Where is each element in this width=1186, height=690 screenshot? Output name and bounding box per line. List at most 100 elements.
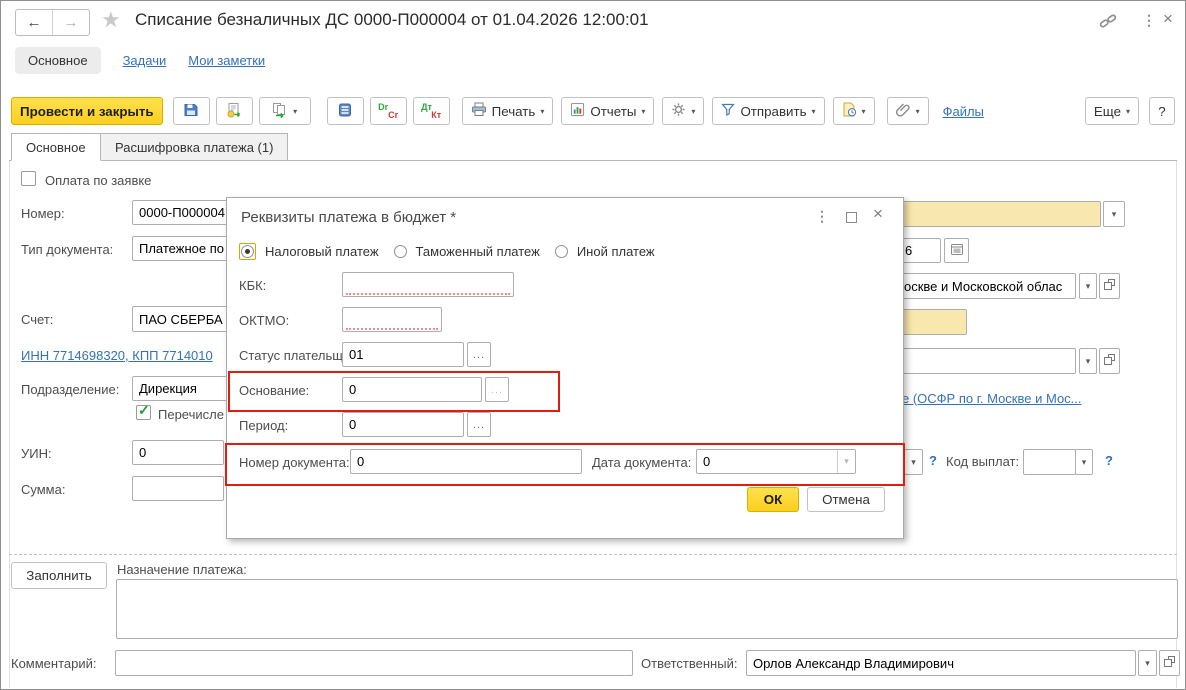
help-question-icon[interactable]: ? <box>1105 453 1113 468</box>
print-button[interactable]: Печать ▾ <box>462 97 554 125</box>
settlement-account-dropdown-button[interactable]: ▾ <box>1079 348 1097 374</box>
required-marker <box>346 293 510 295</box>
comment-field[interactable] <box>115 650 633 676</box>
tab-payment-details[interactable]: Расшифровка платежа (1) <box>100 133 288 161</box>
post-document-button[interactable] <box>216 97 253 125</box>
payout-code-dropdown-button[interactable]: ▾ <box>1075 449 1093 475</box>
dialog-title: Реквизиты платежа в бюджет * <box>241 209 456 226</box>
reports-button[interactable]: Отчеты ▾ <box>561 97 654 125</box>
radio-other-payment[interactable] <box>555 245 568 258</box>
dt-kt-button[interactable]: Дт Кт <box>413 97 450 125</box>
chevron-down-icon: ▾ <box>540 107 544 116</box>
doc-date-dropdown-button[interactable]: ▾ <box>837 450 855 473</box>
recipient-open-button[interactable] <box>1099 273 1120 299</box>
settings-button[interactable]: ▾ <box>662 97 704 125</box>
amount-label: Сумма: <box>21 482 65 497</box>
amount-field[interactable] <box>132 476 224 501</box>
post-and-close-button[interactable]: Провести и закрыть <box>11 97 163 125</box>
dialog-menu-icon[interactable]: ⋮ <box>815 209 829 223</box>
forward-button[interactable]: → <box>52 10 89 35</box>
nav-link-tasks[interactable]: Задачи <box>123 53 167 68</box>
history-nav: ← → <box>15 9 90 36</box>
basis-field[interactable]: 0 <box>342 377 482 402</box>
purpose-label: Назначение платежа: <box>117 562 247 577</box>
dialog-close-icon[interactable]: × <box>873 206 883 222</box>
content-frame-left <box>9 161 10 688</box>
settlement-account-open-button[interactable] <box>1099 348 1120 374</box>
favorite-star-icon[interactable]: ★ <box>101 7 121 33</box>
nav-link-notes[interactable]: Мои заметки <box>188 53 265 68</box>
budget-payment-dialog: Реквизиты платежа в бюджет * ⋮ × Налогов… <box>226 197 904 539</box>
inn-kpp-link[interactable]: ИНН 7714698320, КПП 7714010 <box>21 348 224 363</box>
comment-label: Комментарий: <box>11 656 97 671</box>
window-menu-icon[interactable]: ⋮ <box>1142 13 1156 27</box>
help-button[interactable]: ? <box>1149 97 1175 125</box>
payout-code-field[interactable] <box>1023 449 1076 475</box>
pay-by-request-checkbox[interactable] <box>21 171 36 186</box>
chevron-down-icon: ▾ <box>691 107 695 116</box>
help-question-icon[interactable]: ? <box>929 453 937 468</box>
create-based-on-button[interactable]: ▾ <box>259 97 311 125</box>
operation-type-dropdown-button[interactable]: ▾ <box>1103 201 1125 227</box>
chevron-down-icon: ▾ <box>293 107 297 116</box>
purpose-textarea[interactable] <box>116 579 1178 639</box>
osfr-link[interactable]: е (ОСФР по г. Москве и Мос... <box>902 391 1082 406</box>
recipient-dropdown-button[interactable]: ▾ <box>1079 273 1097 299</box>
send-button[interactable]: Отправить ▾ <box>712 97 824 125</box>
responsible-dropdown-button[interactable]: ▾ <box>1138 650 1157 676</box>
dr-cr-button[interactable]: Dr Cr <box>370 97 407 125</box>
period-select-button[interactable]: ... <box>467 412 491 437</box>
chevron-down-icon: ▾ <box>916 107 920 116</box>
save-button[interactable] <box>173 97 210 125</box>
window-close-icon[interactable]: × <box>1163 11 1173 27</box>
transferred-checkbox[interactable]: ✓ <box>136 405 151 420</box>
attachments-button[interactable]: ▾ <box>887 97 929 125</box>
uin-label: УИН: <box>21 446 52 461</box>
chevron-down-icon: ▾ <box>812 107 816 116</box>
create-based-on-icon <box>272 102 288 121</box>
pay-by-request-label: Оплата по заявке <box>45 173 151 188</box>
cancel-button[interactable]: Отмена <box>807 487 885 512</box>
calendar-icon <box>950 242 964 259</box>
deferred-doc-button[interactable]: ▾ <box>833 97 875 125</box>
calendar-button[interactable] <box>944 238 969 263</box>
uin-field[interactable]: 0 <box>132 440 224 465</box>
doc-number-field[interactable]: 0 <box>350 449 582 474</box>
oktmo-field[interactable] <box>342 307 442 332</box>
tab-main[interactable]: Основное <box>11 133 101 161</box>
basis-label: Основание: <box>239 383 309 398</box>
more-button[interactable]: Еще ▾ <box>1085 97 1139 125</box>
payment-kind-radio-group: Налоговый платеж Таможенный платеж Иной … <box>239 243 655 260</box>
responsible-field[interactable]: Орлов Александр Владимирович <box>746 650 1136 676</box>
radio-customs-payment[interactable] <box>394 245 407 258</box>
hidden-field-dropdown-button[interactable]: ▾ <box>904 449 923 475</box>
ok-button[interactable]: ОК <box>747 487 799 512</box>
register-records-icon <box>337 102 353 121</box>
post-document-icon <box>226 102 242 121</box>
reports-icon <box>570 102 585 120</box>
app-window: ← → ★ Списание безналичных ДС 0000-П0000… <box>0 0 1186 690</box>
period-label: Период: <box>239 418 288 433</box>
period-field[interactable]: 0 <box>342 412 464 437</box>
kbk-field[interactable] <box>342 272 514 297</box>
payer-status-select-button[interactable]: ... <box>467 342 491 367</box>
files-link[interactable]: Файлы <box>943 104 984 119</box>
responsible-open-button[interactable] <box>1159 650 1180 676</box>
back-button[interactable]: ← <box>16 10 52 35</box>
chevron-down-icon: ▾ <box>641 107 645 116</box>
doc-type-label: Тип документа: <box>21 242 113 257</box>
nav-item-main[interactable]: Основное <box>15 47 101 74</box>
payer-status-field[interactable]: 01 <box>342 342 464 367</box>
dt-kt-icon: Дт Кт <box>421 102 441 120</box>
register-records-button[interactable] <box>327 97 364 125</box>
get-link-icon[interactable] <box>1099 12 1117 33</box>
doc-date-field[interactable]: 0 <box>696 449 856 474</box>
radio-tax-payment[interactable] <box>239 243 256 260</box>
fill-button[interactable]: Заполнить <box>11 562 107 589</box>
oktmo-label: ОКТМО: <box>239 313 289 328</box>
kbk-label: КБК: <box>239 278 266 293</box>
basis-select-button[interactable]: ... <box>485 377 509 402</box>
radio-other-label: Иной платеж <box>577 244 655 259</box>
save-icon <box>183 102 199 121</box>
dialog-maximize-icon[interactable] <box>846 211 857 226</box>
